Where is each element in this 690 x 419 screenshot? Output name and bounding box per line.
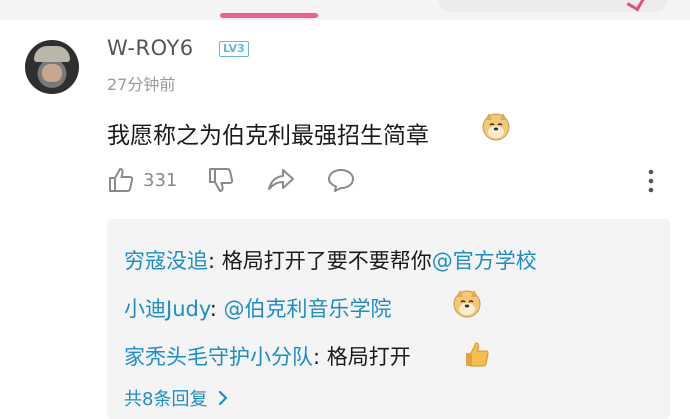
more-replies-label: 共8条回复 [124, 389, 208, 410]
view-more-replies[interactable]: 共8条回复 [124, 385, 233, 411]
reply-author[interactable]: 小迪Judy [124, 297, 210, 321]
dislike-button[interactable] [207, 164, 235, 196]
search-bar[interactable] [438, 0, 668, 12]
reply-text: 格局打开了要不要帮你 [221, 249, 432, 273]
reply-item[interactable]: 家秃头毛守护小分队: 格局打开 [124, 341, 411, 371]
reply-item[interactable]: 穷寇没追: 格局打开了要不要帮你@官方学校 [124, 245, 537, 275]
reply-mention[interactable]: @伯克利音乐学院 [224, 297, 392, 321]
reply-button[interactable] [326, 164, 356, 196]
username[interactable]: W-ROY6 [107, 36, 194, 60]
top-bar [0, 0, 690, 20]
chevron-right-icon [219, 390, 228, 406]
reply-mention[interactable]: @官方学校 [432, 249, 537, 273]
thumbs-down-icon [209, 168, 234, 192]
like-count: 331 [143, 169, 178, 191]
active-tab-indicator [220, 13, 318, 18]
comment-icon [328, 169, 354, 192]
thumbs-up-icon [109, 168, 134, 192]
doge-emoji [453, 290, 481, 318]
more-vertical-icon[interactable] [644, 168, 658, 194]
reply-separator: : [209, 297, 224, 321]
comment-text: 我愿称之为伯克利最强招生简章 [107, 116, 429, 150]
comment-time: 27分钟前 [107, 75, 176, 94]
like-button[interactable]: 331 [107, 164, 177, 196]
reply-separator: : [208, 249, 222, 273]
share-icon [268, 169, 294, 190]
comment-actions: 331 [0, 164, 690, 198]
comment-body: 我愿称之为伯克利最强招生简章 [107, 123, 429, 149]
level-badge: LV3 [219, 41, 249, 57]
reply-separator: : [313, 345, 327, 369]
reply-item[interactable]: 小迪Judy: @伯克利音乐学院 [124, 293, 392, 323]
doge-emoji [482, 113, 510, 141]
reply-author[interactable]: 家秃头毛守护小分队 [124, 345, 313, 369]
thumbs-up-emoji [466, 342, 489, 367]
avatar[interactable] [25, 40, 79, 94]
reply-author[interactable]: 穷寇没追 [124, 249, 208, 273]
share-button[interactable] [266, 164, 296, 196]
reply-text: 格局打开 [326, 345, 411, 369]
